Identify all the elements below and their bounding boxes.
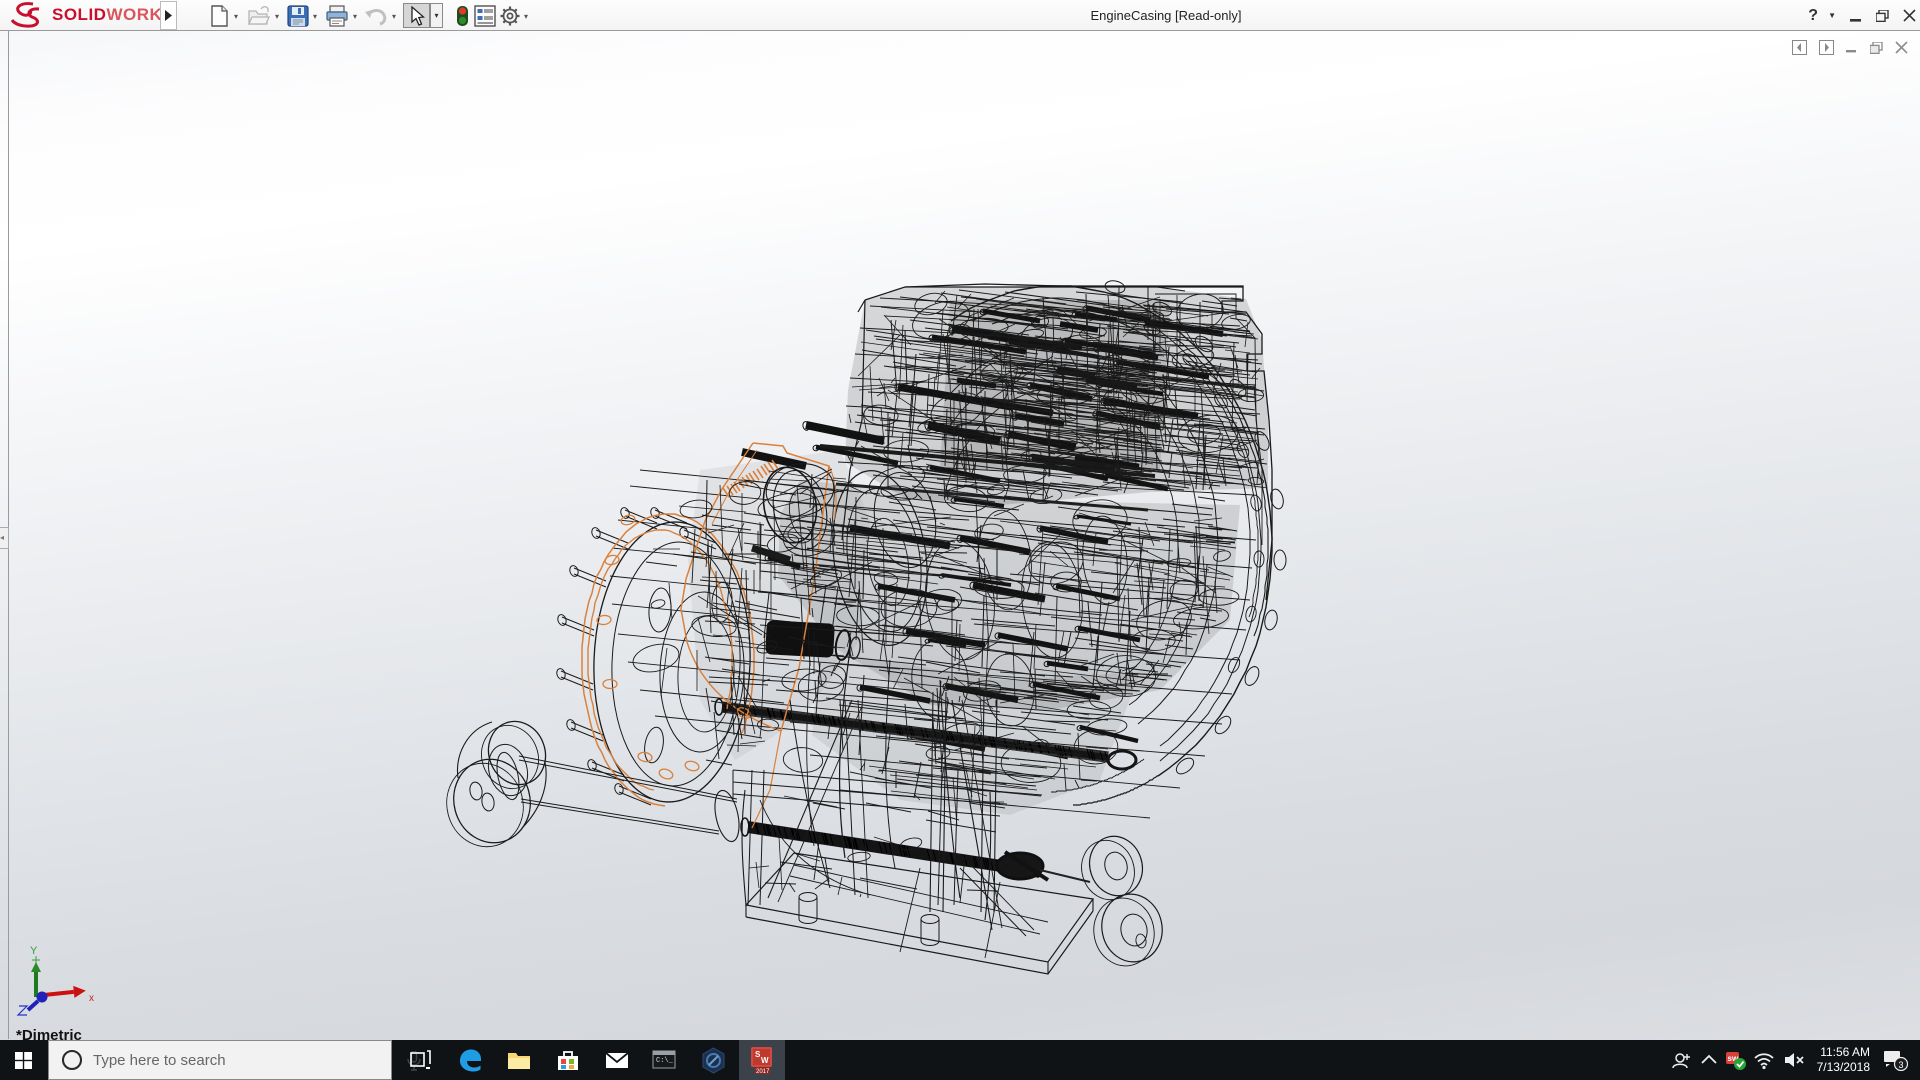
- svg-text:2017: 2017: [756, 1069, 770, 1075]
- svg-text:3: 3: [1898, 1060, 1903, 1070]
- svg-text:W: W: [761, 1056, 769, 1065]
- svg-text:Y: Y: [30, 945, 38, 957]
- svg-text:x: x: [89, 993, 94, 1004]
- svg-text:C:\_: C:\_: [656, 1057, 674, 1065]
